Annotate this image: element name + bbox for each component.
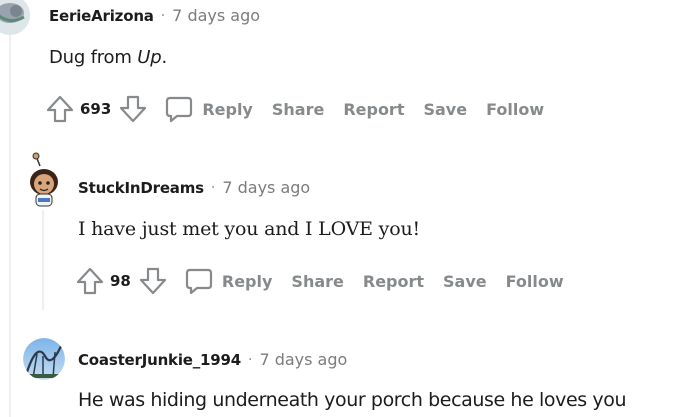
comment-text-italic: Up	[137, 47, 162, 68]
avatar[interactable]	[0, 0, 30, 35]
comment-actions: 98 Reply Share Report Save Follow	[76, 266, 583, 296]
speech-bubble-icon	[165, 95, 193, 123]
comment-text-part: .	[161, 47, 167, 68]
comment-meta: EerieArizona · 7 days ago	[49, 6, 260, 25]
separator-dot: ·	[247, 351, 253, 368]
upvote-arrow-icon[interactable]	[46, 94, 74, 124]
comment-text: I have just met you and I LOVE you!	[78, 218, 420, 240]
speech-bubble-icon	[185, 267, 213, 295]
comment-meta: CoasterJunkie_1994 · 7 days ago	[78, 350, 347, 369]
separator-dot: ·	[210, 179, 216, 196]
follow-button[interactable]: Follow	[486, 100, 544, 119]
comment-actions: 693 Reply Share Report Save Follow	[46, 94, 563, 124]
reply-label: Reply	[202, 99, 253, 119]
share-button[interactable]: Share	[291, 272, 343, 291]
reply-button[interactable]: Reply	[185, 267, 273, 295]
comment-text: Dug from Up.	[49, 47, 167, 68]
comment-text: He was hiding underneath your porch beca…	[78, 389, 627, 411]
upvote-arrow-icon[interactable]	[76, 266, 104, 296]
snoo-avatar-icon	[30, 152, 58, 207]
username[interactable]: EerieArizona	[49, 7, 154, 25]
save-button[interactable]: Save	[443, 272, 487, 291]
avatar[interactable]	[23, 338, 65, 380]
reply-button[interactable]: Reply	[165, 95, 253, 123]
reply-label: Reply	[221, 271, 273, 291]
timestamp[interactable]: 7 days ago	[259, 350, 347, 369]
username[interactable]: CoasterJunkie_1994	[78, 351, 241, 369]
avatar[interactable]	[24, 150, 64, 210]
follow-button[interactable]: Follow	[506, 272, 564, 291]
vote-count: 98	[110, 272, 131, 290]
pigeon-avatar-icon	[0, 0, 30, 35]
username[interactable]: StuckInDreams	[78, 179, 204, 197]
comment-meta: StuckInDreams · 7 days ago	[78, 178, 310, 197]
separator-dot: ·	[160, 7, 166, 24]
vote-count: 693	[80, 100, 112, 118]
rollercoaster-avatar-icon	[23, 338, 65, 380]
downvote-arrow-icon[interactable]	[139, 266, 167, 296]
thread-line[interactable]	[9, 34, 11, 417]
downvote-arrow-icon[interactable]	[119, 94, 147, 124]
timestamp[interactable]: 7 days ago	[172, 6, 260, 25]
share-button[interactable]: Share	[272, 100, 324, 119]
report-button[interactable]: Report	[363, 272, 424, 291]
report-button[interactable]: Report	[343, 100, 404, 119]
thread-line[interactable]	[42, 210, 44, 310]
comment-text-part: Dug from	[49, 47, 138, 68]
save-button[interactable]: Save	[423, 100, 467, 119]
timestamp[interactable]: 7 days ago	[222, 178, 310, 197]
